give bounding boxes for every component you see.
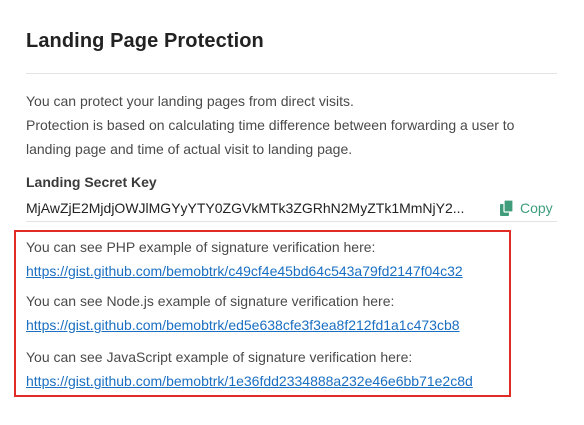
php-example: You can see PHP example of signature ver…	[26, 238, 506, 280]
php-example-text: You can see PHP example of signature ver…	[26, 239, 376, 255]
landing-page-protection-panel: Landing Page Protection You can protect …	[0, 0, 584, 425]
nodejs-example-link[interactable]: https://gist.github.com/bemobtrk/ed5e638…	[26, 316, 506, 334]
javascript-example: You can see JavaScript example of signat…	[26, 348, 506, 390]
signature-examples-highlight: You can see PHP example of signature ver…	[14, 230, 511, 397]
secret-key-row: MjAwZjE2MjdjOWJlMGYyYTY0ZGVkMTk3ZGRhN2My…	[26, 196, 557, 222]
secret-key-value: MjAwZjE2MjdjOWJlMGYyYTY0ZGVkMTk3ZGRhN2My…	[26, 200, 465, 216]
title-divider	[26, 73, 557, 74]
javascript-example-link[interactable]: https://gist.github.com/bemobtrk/1e36fdd…	[26, 372, 506, 390]
description-line-3: landing page and time of actual visit to…	[26, 141, 353, 157]
php-example-link[interactable]: https://gist.github.com/bemobtrk/c49cf4e…	[26, 262, 506, 280]
description-line-1: You can protect your landing pages from …	[26, 93, 354, 109]
page-title: Landing Page Protection	[26, 30, 264, 52]
nodejs-example-text: You can see Node.js example of signature…	[26, 293, 395, 309]
secret-key-label: Landing Secret Key	[26, 174, 157, 190]
copy-button-label: Copy	[520, 200, 553, 216]
secret-key-divider	[26, 221, 557, 222]
copy-icon	[500, 199, 514, 216]
copy-button[interactable]: Copy	[500, 198, 553, 218]
nodejs-example: You can see Node.js example of signature…	[26, 292, 506, 334]
protection-description: You can protect your landing pages from …	[26, 89, 557, 161]
description-line-2: Protection is based on calculating time …	[26, 117, 515, 133]
javascript-example-text: You can see JavaScript example of signat…	[26, 349, 413, 365]
